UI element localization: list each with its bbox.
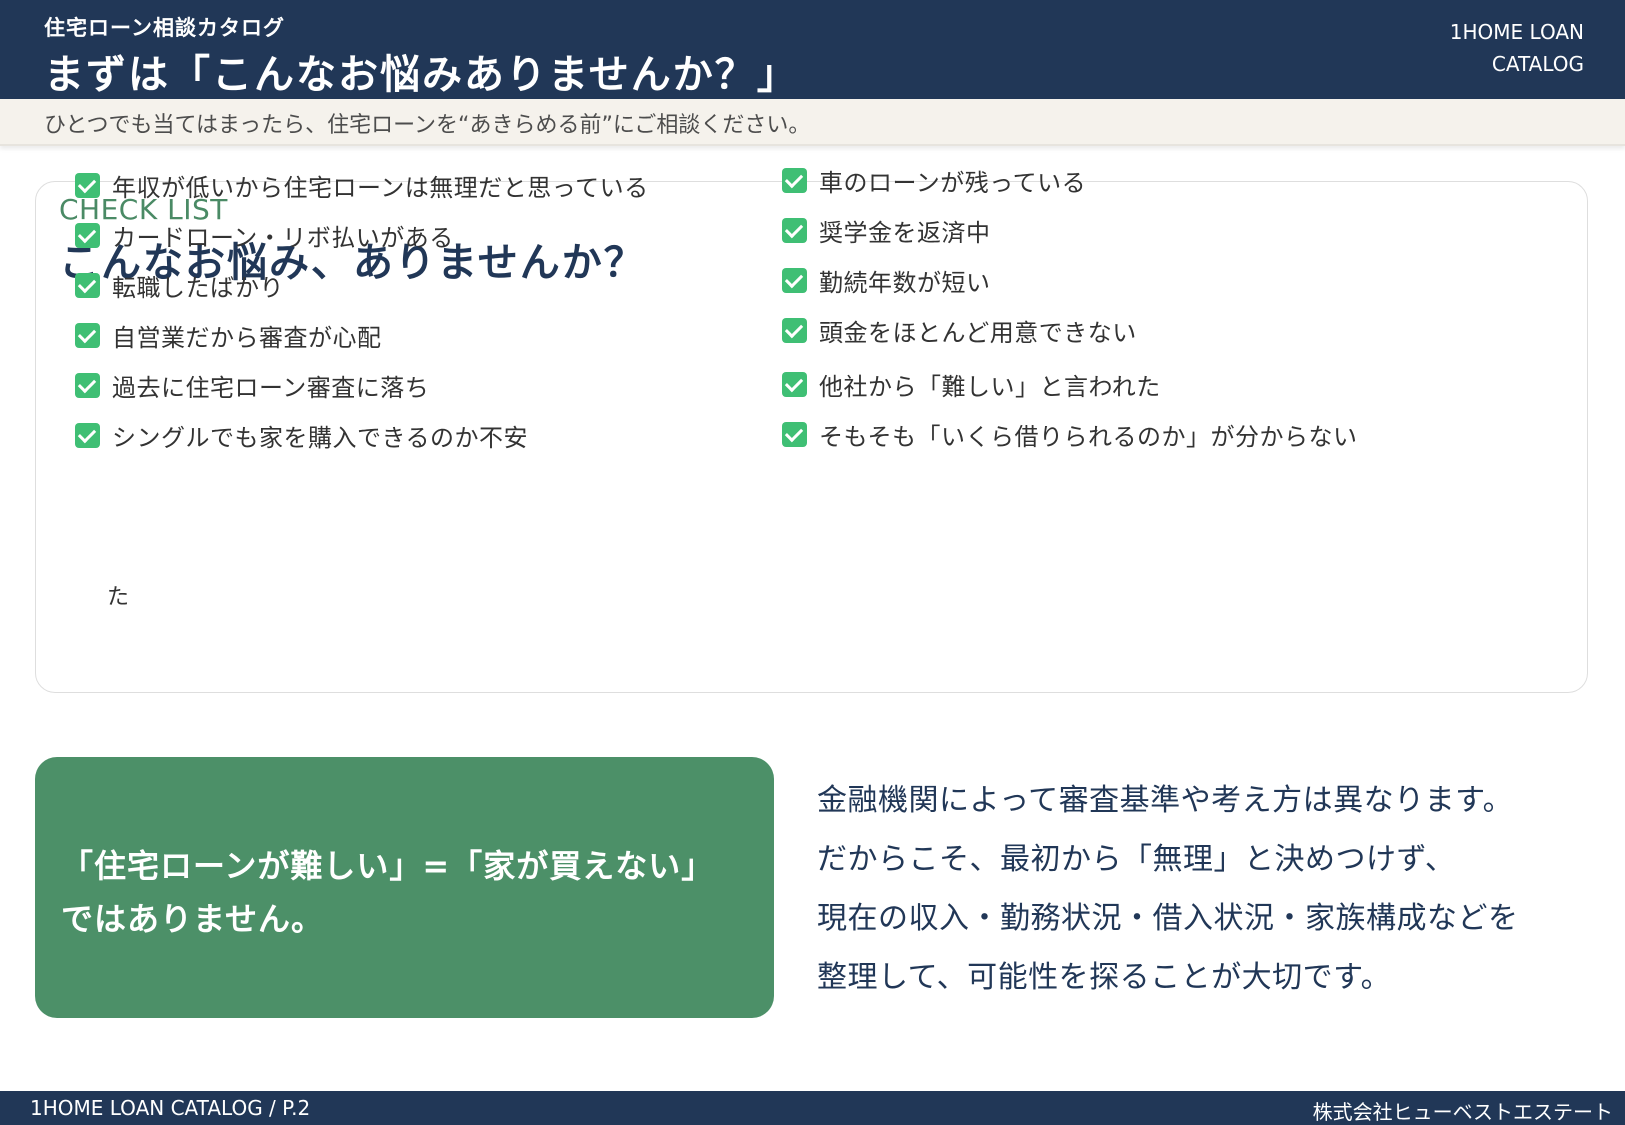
check-item-label: 年収が低いから住宅ローンは無理だと思っている (112, 173, 649, 202)
check-item[interactable]: 勤続年数が短い (782, 255, 1358, 305)
check-item[interactable]: 過去に住宅ローン審査に落ち (75, 360, 649, 410)
checkbox-checked-icon[interactable] (75, 422, 100, 448)
intro-bar: ひとつでも当てはまったら、住宅ローンを“あきらめる前”にご相談ください。 (0, 99, 1625, 146)
footer-company: 株式会社ヒューベストエステート (1312, 1100, 1613, 1124)
callout-line-1: 「住宅ローンが難しい」=「家が買えない」 (61, 847, 715, 885)
checkbox-checked-icon[interactable] (782, 421, 807, 447)
checkbox-checked-icon[interactable] (782, 167, 807, 193)
check-item-label: カードローン・リボ払いがある (112, 223, 454, 252)
explanation-line: 整理して、可能性を探ることが大切です。 (817, 960, 1392, 995)
checkbox-checked-icon[interactable] (75, 222, 100, 248)
check-item-label: そもそも「いくら借りられるのか」が分からない (819, 422, 1358, 451)
check-item[interactable]: 車のローンが残っている (782, 155, 1358, 205)
check-item-label: 過去に住宅ローン審査に落ち (112, 373, 430, 402)
checklist-left-column: 年収が低いから住宅ローンは無理だと思っている カードローン・リボ払いがある 転職… (75, 160, 649, 460)
check-item-label: 頭金をほとんど用意できない (819, 318, 1137, 347)
brand-line-2: CATALOG (1491, 52, 1584, 76)
overflow-char: た (107, 585, 130, 610)
checkbox-checked-icon[interactable] (782, 317, 807, 343)
explanation-line: 現在の収入・勤務状況・借入状況・家族構成などを (817, 901, 1519, 936)
intro-text: ひとつでも当てはまったら、住宅ローンを“あきらめる前”にご相談ください。 (44, 113, 811, 138)
checkbox-checked-icon[interactable] (782, 267, 807, 293)
check-item-label: シングルでも家を購入できるのか不安 (112, 423, 529, 452)
check-item-label: 自営業だから審査が心配 (112, 323, 382, 352)
check-item-label: 勤続年数が短い (819, 268, 991, 297)
check-item[interactable]: 頭金をほとんど用意できない (782, 305, 1358, 355)
check-item[interactable]: 奨学金を返済中 (782, 205, 1358, 255)
check-item[interactable]: 年収が低いから住宅ローンは無理だと思っている (75, 160, 649, 210)
check-item[interactable]: カードローン・リボ払いがある (75, 210, 649, 260)
checkbox-checked-icon[interactable] (75, 272, 100, 298)
check-item[interactable]: そもそも「いくら借りられるのか」が分からない (782, 409, 1358, 459)
page-title: まずは「こんなお悩みありませんか？」 (44, 52, 799, 98)
callout-line-2: ではありません。 (61, 900, 325, 938)
checkbox-checked-icon[interactable] (75, 372, 100, 398)
checkbox-checked-icon[interactable] (75, 172, 100, 198)
checkbox-checked-icon[interactable] (75, 322, 100, 348)
checklist-right-column: 車のローンが残っている 奨学金を返済中 勤続年数が短い 頭金をほとんど用意できな… (782, 155, 1358, 459)
page-footer: 1HOME LOAN CATALOG / P.2 株式会社ヒューベストエステート (0, 1091, 1625, 1125)
check-item[interactable]: 転職したばかり (75, 260, 649, 310)
check-item[interactable]: 自営業だから審査が心配 (75, 310, 649, 360)
check-item[interactable]: シングルでも家を購入できるのか不安 (75, 410, 649, 460)
message-callout: 「住宅ローンが難しい」=「家が買えない」 ではありません。 (35, 757, 774, 1018)
header-subtitle: 住宅ローン相談カタログ (44, 16, 285, 40)
brand-mark: 1HOME LOAN CATALOG (1450, 16, 1584, 80)
check-item-label: 車のローンが残っている (819, 168, 1087, 197)
check-item-label: 他社から「難しい」と言われた (819, 372, 1161, 401)
page-header: 住宅ローン相談カタログ まずは「こんなお悩みありませんか？」 1HOME LOA… (0, 0, 1625, 99)
footer-page-label: 1HOME LOAN CATALOG / P.2 (30, 1096, 311, 1120)
check-item-label: 奨学金を返済中 (819, 218, 991, 247)
checkbox-checked-icon[interactable] (782, 371, 807, 397)
check-item[interactable]: 他社から「難しい」と言われた (782, 359, 1358, 409)
explanation-text: 金融機関によって審査基準や考え方は異なります。 だからこそ、最初から「無理」と決… (817, 775, 1519, 1011)
brand-line-1: 1HOME LOAN (1449, 20, 1584, 44)
explanation-line: だからこそ、最初から「無理」と決めつけず、 (817, 842, 1456, 877)
check-item-label: 転職したばかり (112, 273, 284, 302)
checkbox-checked-icon[interactable] (782, 217, 807, 243)
explanation-line: 金融機関によって審査基準や考え方は異なります。 (817, 783, 1514, 818)
